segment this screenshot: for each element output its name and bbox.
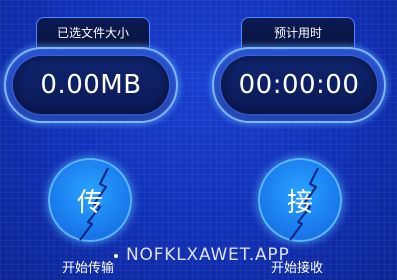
file-size-value: 0.00MB: [40, 70, 142, 100]
file-size-tab: 已选文件大小: [36, 17, 150, 47]
file-size-display: 0.00MB: [4, 47, 178, 123]
receive-glyph: 接: [286, 187, 313, 218]
file-size-label: 已选文件大小: [56, 26, 129, 40]
estimated-time-label: 预计用时: [273, 26, 322, 40]
start-receive-button[interactable]: 接: [258, 158, 342, 242]
start-send-button[interactable]: 传: [48, 158, 132, 242]
start-send-caption[interactable]: 开始传输: [62, 257, 114, 276]
decorative-dot: [114, 254, 118, 258]
estimated-time-tab: 预计用时: [241, 17, 355, 47]
estimated-time-value: 00:00:00: [238, 70, 360, 100]
watermark-text: NOFKLXAWET.APP: [126, 245, 290, 265]
estimated-time-display: 00:00:00: [212, 47, 386, 123]
send-glyph: 传: [76, 187, 103, 218]
